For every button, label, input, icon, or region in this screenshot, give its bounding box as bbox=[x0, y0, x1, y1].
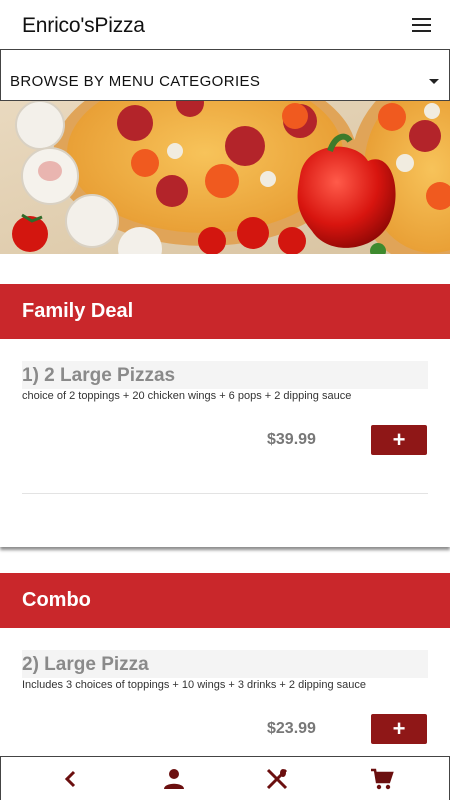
item-description: choice of 2 toppings + 20 chicken wings … bbox=[22, 390, 352, 402]
add-to-cart-button[interactable]: + bbox=[371, 425, 427, 455]
category-dropdown[interactable]: BROWSE BY MENU CATEGORIES bbox=[0, 49, 450, 101]
item-price: $23.99 bbox=[267, 720, 316, 737]
category-dropdown-label: BROWSE BY MENU CATEGORIES bbox=[10, 73, 261, 90]
back-chevron-icon bbox=[64, 770, 76, 788]
plus-icon: + bbox=[392, 716, 406, 741]
item-price: $39.99 bbox=[267, 431, 316, 448]
dropdown-caret-icon bbox=[429, 79, 439, 84]
section-header-family-deal: Family Deal bbox=[0, 284, 450, 339]
section-title: Combo bbox=[22, 589, 91, 611]
menu-item-card: 2) Large Pizza Includes 3 choices of top… bbox=[0, 628, 450, 756]
back-button[interactable] bbox=[41, 757, 101, 800]
item-name-bar: 1) 2 Large Pizzas bbox=[22, 361, 428, 389]
add-to-cart-button[interactable]: + bbox=[371, 714, 427, 744]
divider bbox=[22, 493, 428, 494]
menu-button[interactable] bbox=[247, 757, 307, 800]
hamburger-menu-icon[interactable] bbox=[410, 16, 434, 36]
item-name-bar: 2) Large Pizza bbox=[22, 650, 428, 678]
restaurant-menu-icon bbox=[266, 768, 288, 790]
account-button[interactable] bbox=[144, 757, 204, 800]
plus-icon: + bbox=[392, 427, 406, 452]
bottom-nav bbox=[0, 756, 450, 800]
section-header-combo: Combo bbox=[0, 573, 450, 628]
cart-button[interactable] bbox=[352, 757, 412, 800]
app-header: Enrico'sPizza bbox=[0, 0, 450, 50]
item-name: 1) 2 Large Pizzas bbox=[22, 365, 176, 386]
pizza-banner-photo bbox=[0, 101, 450, 254]
item-name: 2) Large Pizza bbox=[22, 654, 149, 675]
cart-icon bbox=[371, 768, 394, 790]
menu-item-card: 1) 2 Large Pizzas choice of 2 toppings +… bbox=[0, 339, 450, 547]
app-title: Enrico'sPizza bbox=[22, 14, 145, 37]
account-icon bbox=[164, 769, 184, 789]
item-description: Includes 3 choices of toppings + 10 wing… bbox=[22, 679, 366, 691]
section-title: Family Deal bbox=[22, 300, 134, 322]
